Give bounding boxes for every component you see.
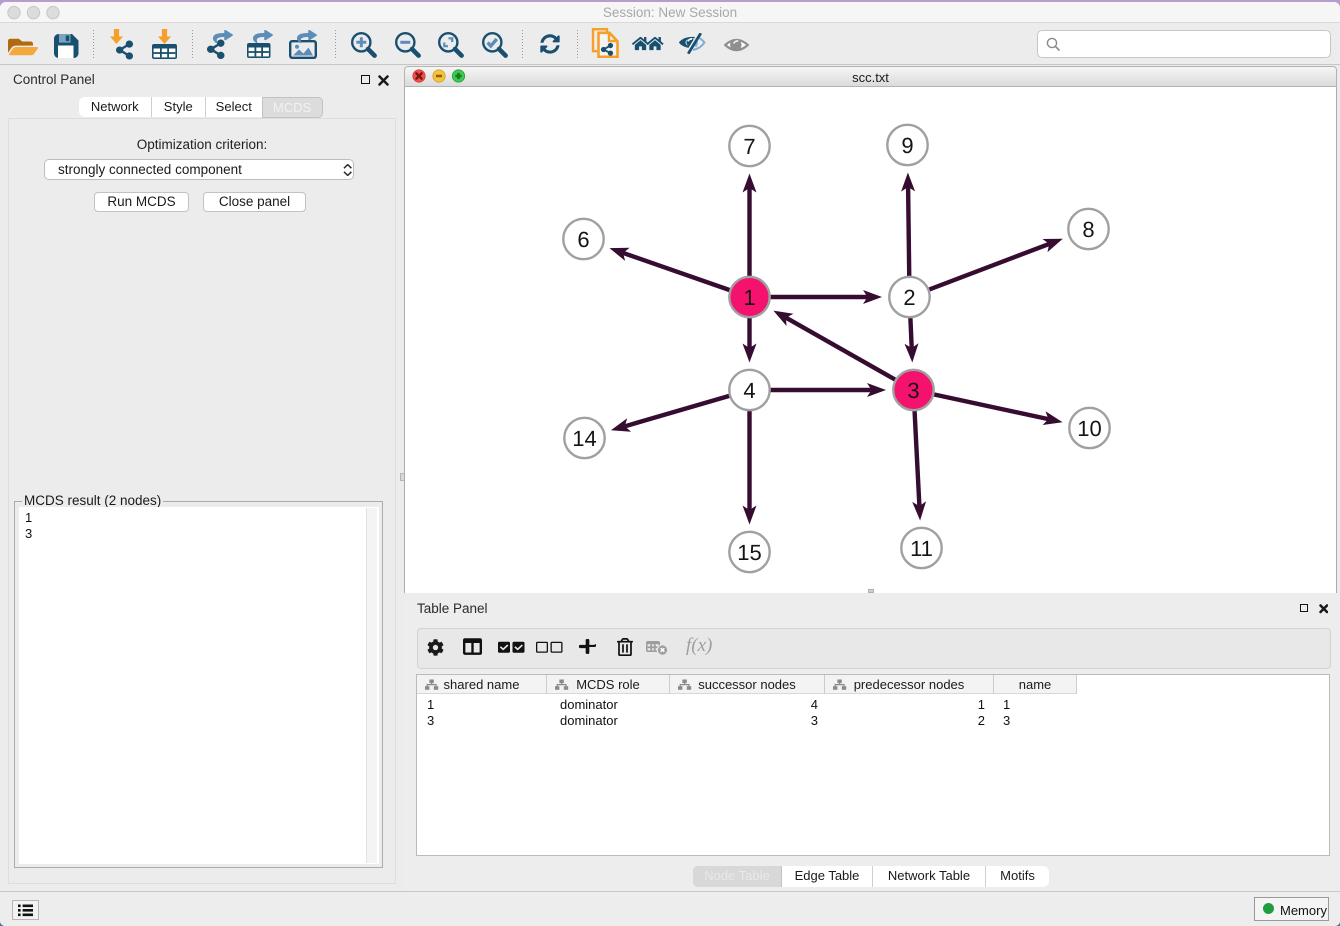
svg-text:14: 14 <box>572 426 596 451</box>
svg-text:2: 2 <box>903 285 915 310</box>
svg-text:10: 10 <box>1077 416 1101 441</box>
svg-text:4: 4 <box>743 378 755 403</box>
svg-text:15: 15 <box>737 540 761 565</box>
svg-text:11: 11 <box>910 536 933 561</box>
svg-text:1: 1 <box>743 285 755 310</box>
svg-text:3: 3 <box>907 378 919 403</box>
svg-text:9: 9 <box>901 133 913 158</box>
svg-text:8: 8 <box>1082 217 1094 242</box>
svg-text:7: 7 <box>743 134 755 159</box>
svg-text:6: 6 <box>577 227 589 252</box>
